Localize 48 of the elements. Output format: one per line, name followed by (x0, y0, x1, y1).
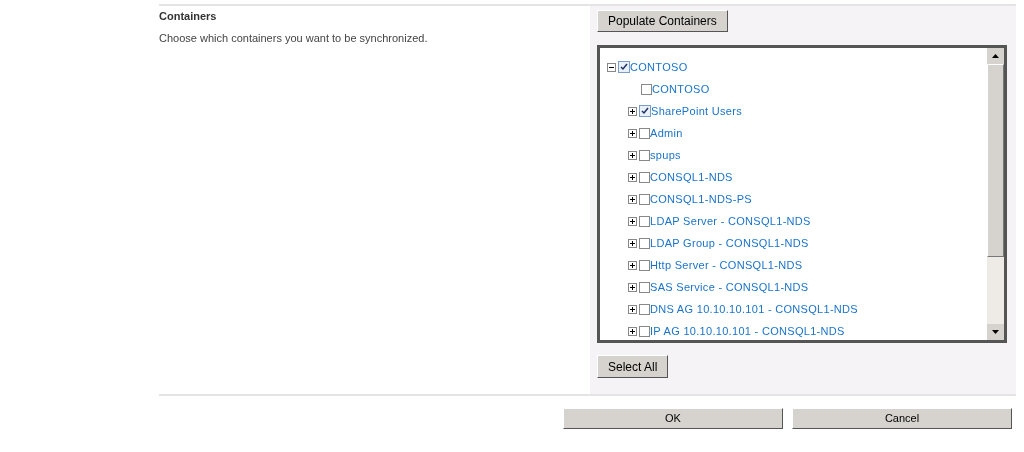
tree-item[interactable]: LDAP Group - CONSQL1-NDS (650, 234, 809, 252)
checkbox[interactable] (618, 61, 630, 73)
tree-item[interactable]: LDAP Server - CONSQL1-NDS (650, 212, 811, 230)
tree-item[interactable]: Http Server - CONSQL1-NDS (650, 256, 803, 274)
expand-icon[interactable] (628, 150, 637, 160)
dialog-button[interactable]: Cancel (792, 408, 1012, 429)
checkbox[interactable] (639, 281, 650, 293)
checkbox[interactable] (639, 193, 650, 205)
scrollbar[interactable] (987, 48, 1004, 340)
checkbox[interactable] (641, 83, 652, 95)
collapse-icon[interactable] (607, 62, 616, 72)
select-all-button[interactable]: Select All (597, 355, 669, 378)
tree-item[interactable]: CONTOSO (630, 58, 688, 76)
checkbox[interactable] (639, 237, 650, 249)
expand-icon[interactable] (628, 260, 637, 270)
scroll-down-icon[interactable] (987, 324, 1004, 340)
expand-icon[interactable] (628, 194, 637, 204)
checkbox[interactable] (639, 303, 650, 315)
tree-item[interactable]: spups (650, 146, 681, 164)
tree-item[interactable]: SharePoint Users (651, 102, 742, 120)
checkbox[interactable] (639, 259, 650, 271)
checkbox[interactable] (639, 215, 650, 227)
dialog-button[interactable]: OK (563, 408, 783, 429)
tree-item[interactable]: DNS AG 10.10.10.101 - CONSQL1-NDS (650, 300, 858, 318)
checkbox[interactable] (639, 149, 650, 161)
tree-item[interactable]: Admin (650, 124, 683, 142)
expand-icon[interactable] (628, 304, 637, 314)
expand-icon[interactable] (628, 128, 637, 138)
expand-icon[interactable] (628, 172, 637, 182)
expand-icon[interactable] (628, 282, 637, 292)
expand-icon[interactable] (628, 106, 637, 116)
checkbox[interactable] (639, 105, 651, 117)
scroll-up-icon[interactable] (987, 48, 1004, 64)
expand-icon[interactable] (628, 216, 637, 226)
section-description: Choose which containers you want to be synchronized. (159, 30, 429, 46)
checkbox[interactable] (639, 127, 650, 139)
expand-icon[interactable] (628, 326, 637, 336)
checkbox[interactable] (639, 171, 650, 183)
populate-button[interactable]: Populate Containers (597, 10, 728, 32)
tree-item[interactable]: CONTOSO (652, 80, 710, 98)
section-title: Containers (159, 9, 218, 24)
tree-item[interactable]: CONSQL1-NDS-PS (650, 190, 752, 208)
tree-item[interactable]: CONSQL1-NDS (650, 168, 733, 186)
checkbox[interactable] (639, 325, 650, 337)
tree-item[interactable]: SAS Service - CONSQL1-NDS (650, 278, 809, 296)
expand-icon[interactable] (628, 238, 637, 248)
tree-item[interactable]: IP AG 10.10.10.101 - CONSQL1-NDS (650, 322, 845, 340)
scroll-thumb[interactable] (987, 64, 1004, 257)
